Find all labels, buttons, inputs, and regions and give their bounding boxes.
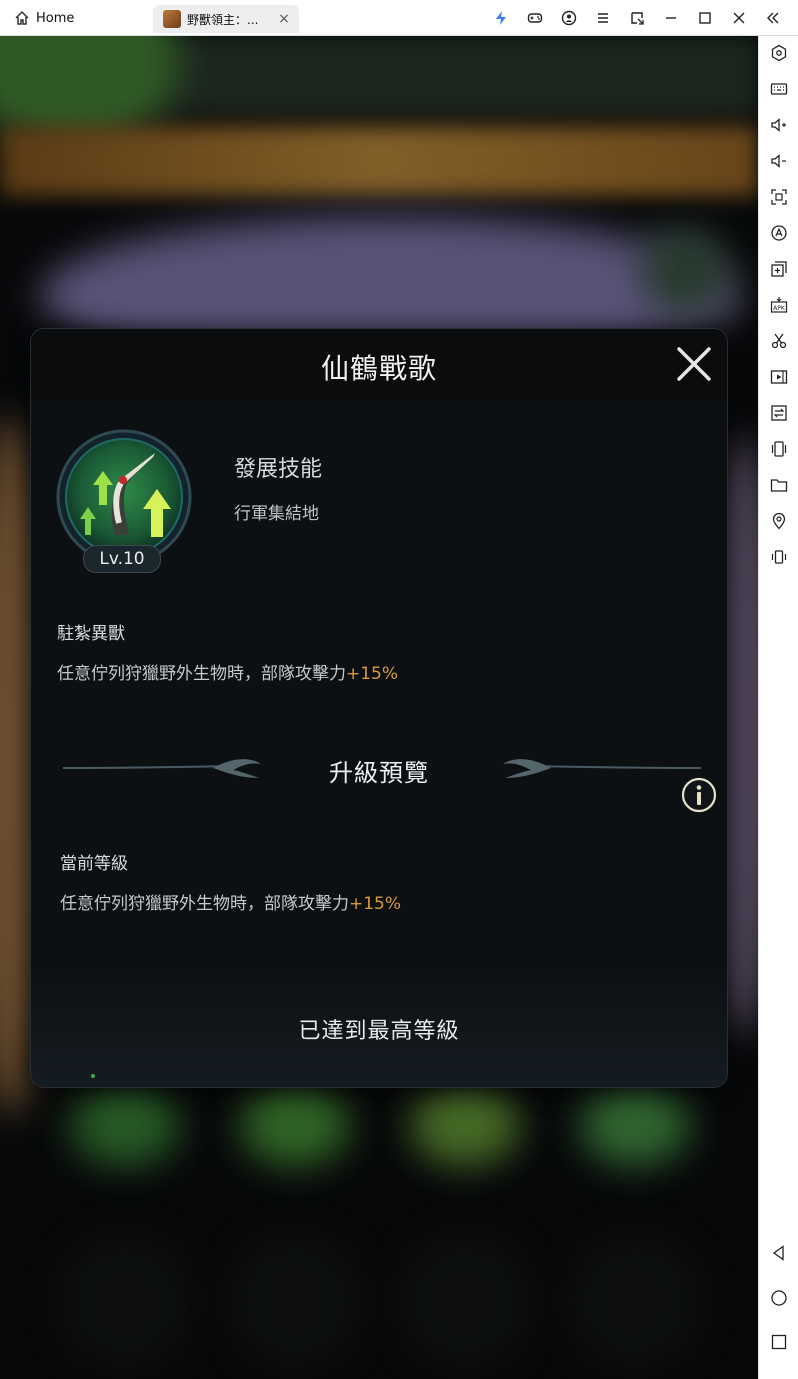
effect-section-label: 駐紮異獸 (57, 624, 125, 644)
home-label: Home (36, 10, 75, 26)
effect-description: 任意佇列狩獵野外生物時，部隊攻擊力+15% (57, 659, 398, 684)
info-icon (681, 777, 717, 813)
tab-close-button[interactable]: × (275, 11, 293, 27)
home-icon (15, 10, 29, 25)
back-nav-icon[interactable] (769, 1243, 789, 1263)
current-level-label: 當前等級 (60, 854, 128, 874)
info-button[interactable] (681, 777, 717, 813)
max-level-status: 已達到最高等級 (298, 1019, 460, 1044)
popout-icon[interactable] (620, 6, 654, 30)
svg-text:APK: APK (773, 305, 786, 312)
account-icon[interactable] (552, 6, 586, 30)
recents-nav-icon[interactable] (769, 1332, 789, 1352)
close-icon[interactable] (722, 6, 756, 30)
cut-icon[interactable] (769, 331, 789, 351)
current-level-text: 任意佇列狩獵野外生物時，部隊攻擊力 (60, 894, 349, 914)
emulator-titlebar: Home 野獸領主：... × (0, 0, 798, 36)
shake-icon[interactable] (769, 439, 789, 459)
tab-game[interactable]: 野獸領主：... × (153, 5, 299, 33)
right-feather-ornament (503, 759, 701, 778)
effect-description-text: 任意佇列狩獵野外生物時，部隊攻擊力 (57, 664, 346, 684)
gamepad-icon[interactable] (518, 6, 552, 30)
emulator-sidebar: APK (758, 36, 798, 1379)
skill-type-label: 發展技能 (234, 457, 323, 482)
apk-install-icon[interactable]: APK (769, 295, 789, 315)
multi-instance-icon[interactable] (769, 259, 789, 279)
current-level-description: 任意佇列狩獵野外生物時，部隊攻擊力+15% (60, 889, 401, 914)
collapse-icon[interactable] (756, 6, 790, 30)
screenshot-icon[interactable] (769, 187, 789, 207)
location-icon[interactable] (769, 511, 789, 531)
dialog-close-button[interactable] (675, 345, 713, 383)
volume-down-icon[interactable] (769, 151, 789, 171)
home-button[interactable]: Home (14, 6, 74, 30)
keyboard-icon[interactable] (769, 79, 789, 99)
rotate-icon[interactable] (769, 547, 789, 567)
bolt-icon[interactable] (484, 6, 518, 30)
app-icon (163, 10, 181, 28)
skill-subtype-label: 行軍集結地 (234, 504, 319, 524)
skill-detail-dialog: 仙鶴戰歌 Lv.10 發展技能 行軍集結地 駐紮異獸 任意佇列狩獵野外生物時，部… (30, 328, 728, 1088)
level-badge: Lv.10 (83, 545, 161, 573)
menu-icon[interactable] (586, 6, 620, 30)
home-nav-icon[interactable] (769, 1288, 789, 1308)
record-icon[interactable] (769, 367, 789, 387)
indicator-dot (91, 1074, 95, 1078)
volume-up-icon[interactable] (769, 115, 789, 135)
close-x-icon (677, 347, 711, 381)
current-level-bonus: +15% (349, 894, 402, 914)
folder-icon[interactable] (769, 475, 789, 495)
maximize-icon[interactable] (688, 6, 722, 30)
sync-icon[interactable] (769, 403, 789, 423)
settings-hex-icon[interactable] (769, 43, 789, 63)
tab-label: 野獸領主：... (187, 12, 259, 27)
minimize-icon[interactable] (654, 6, 688, 30)
effect-bonus-value: +15% (346, 664, 399, 684)
auto-icon[interactable] (769, 223, 789, 243)
dialog-title: 仙鶴戰歌 (320, 352, 437, 385)
